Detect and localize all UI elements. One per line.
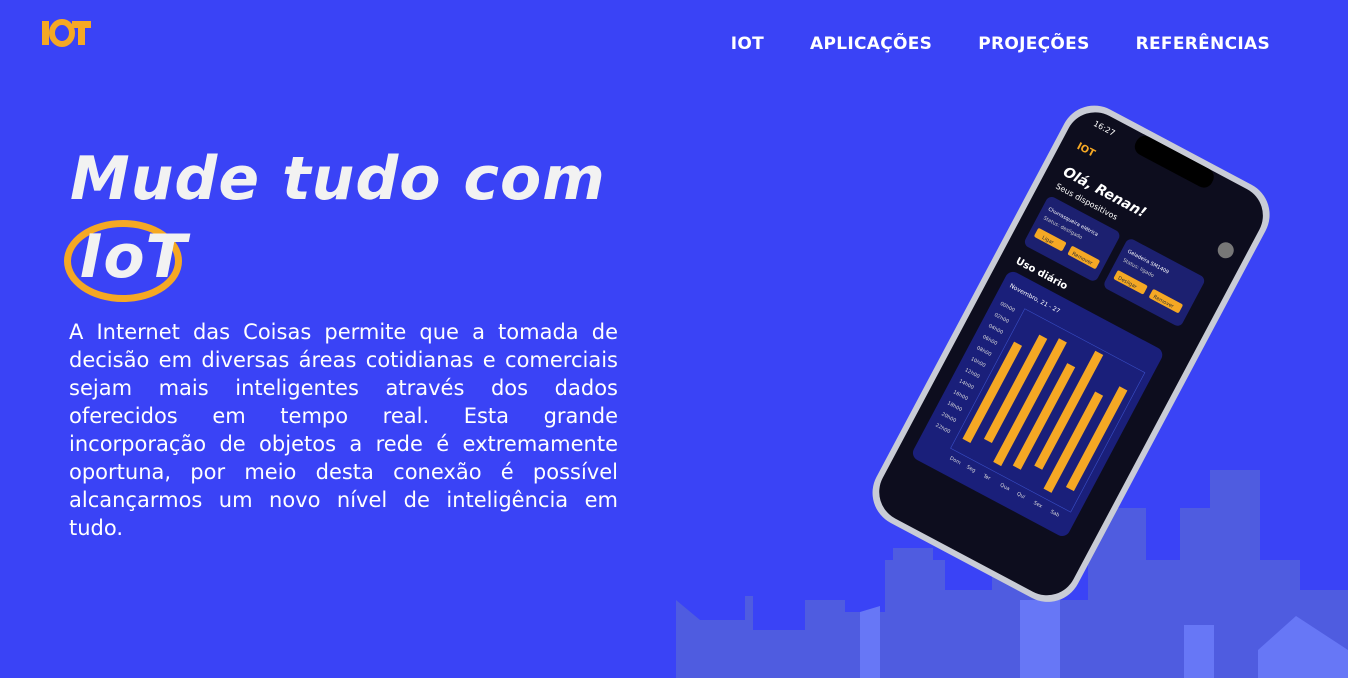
nav-item-referencias[interactable]: REFERÊNCIAS bbox=[1136, 34, 1270, 54]
nav-item-aplicacoes[interactable]: APLICAÇÕES bbox=[810, 34, 932, 54]
hero-headline: Mude tudo com IoT bbox=[64, 140, 606, 302]
hero-highlight: IoT bbox=[64, 218, 188, 302]
main-nav: IOT APLICAÇÕES PROJEÇÕES REFERÊNCIAS bbox=[731, 34, 1270, 54]
nav-item-iot[interactable]: IOT bbox=[731, 34, 764, 54]
hero-headline-highlight: IoT bbox=[80, 222, 188, 292]
nav-item-projecoes[interactable]: PROJEÇÕES bbox=[978, 34, 1089, 54]
hero-headline-line1: Mude tudo com bbox=[70, 144, 606, 214]
hero-description: A Internet das Coisas permite que a toma… bbox=[69, 320, 618, 540]
iot-logo[interactable] bbox=[40, 18, 92, 48]
